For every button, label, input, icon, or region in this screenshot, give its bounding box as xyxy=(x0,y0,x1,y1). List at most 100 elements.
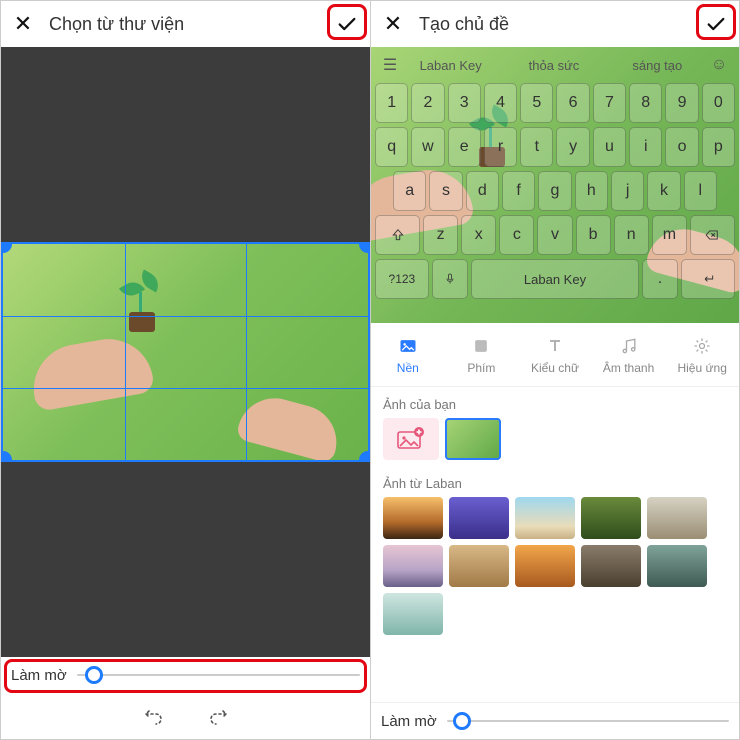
key-8[interactable]: 8 xyxy=(629,83,662,123)
pane-theme: ✕ Tạo chủ đề ☰ Laban Key thỏa sức sáng t… xyxy=(370,1,739,739)
key-2[interactable]: 2 xyxy=(411,83,444,123)
add-image-button[interactable] xyxy=(383,418,439,460)
undo-redo-row xyxy=(1,693,370,739)
key-h[interactable]: h xyxy=(575,171,608,211)
key-mode[interactable]: ?123 xyxy=(375,259,429,299)
key-backspace[interactable] xyxy=(690,215,735,255)
page-title-left: Chọn từ thư viện xyxy=(49,14,334,35)
laban-thumb[interactable] xyxy=(383,593,443,635)
blur-slider-left[interactable] xyxy=(77,665,360,685)
key-9[interactable]: 9 xyxy=(665,83,698,123)
crop-handle-bl[interactable] xyxy=(1,451,12,462)
tab-background[interactable]: Nền xyxy=(371,323,445,386)
blur-label-right: Làm mờ xyxy=(381,713,437,730)
undo-icon xyxy=(142,702,166,726)
key-l[interactable]: l xyxy=(684,171,717,211)
crop-handle-br[interactable] xyxy=(359,451,370,462)
key-0[interactable]: 0 xyxy=(702,83,735,123)
crop-stage[interactable] xyxy=(1,47,370,657)
key-w[interactable]: w xyxy=(411,127,444,167)
key-d[interactable]: d xyxy=(466,171,499,211)
text-icon xyxy=(545,336,565,356)
laban-thumb[interactable] xyxy=(383,497,443,539)
laban-thumb[interactable] xyxy=(383,545,443,587)
key-4[interactable]: 4 xyxy=(484,83,517,123)
key-c[interactable]: c xyxy=(499,215,534,255)
laban-thumb[interactable] xyxy=(581,545,641,587)
key-o[interactable]: o xyxy=(665,127,698,167)
suggestion-2[interactable]: thỏa sức xyxy=(502,58,605,73)
key-r[interactable]: r xyxy=(484,127,517,167)
check-icon xyxy=(336,13,358,35)
laban-thumb[interactable] xyxy=(647,545,707,587)
emoji-icon[interactable]: ☺ xyxy=(709,56,729,74)
shift-icon xyxy=(391,228,405,242)
key-z[interactable]: z xyxy=(423,215,458,255)
key-space[interactable]: Laban Key xyxy=(471,259,639,299)
crop-handle-tl[interactable] xyxy=(1,242,12,253)
tab-font[interactable]: Kiểu chữ xyxy=(518,323,592,386)
key-7[interactable]: 7 xyxy=(593,83,626,123)
confirm-button-left[interactable] xyxy=(334,11,360,37)
key-k[interactable]: k xyxy=(647,171,680,211)
user-thumb-1[interactable] xyxy=(445,418,501,460)
blur-label-left: Làm mờ xyxy=(11,667,67,684)
laban-thumbs xyxy=(371,497,739,641)
key-enter[interactable] xyxy=(681,259,735,299)
key-dot[interactable]: . xyxy=(642,259,678,299)
section-user-images: Ảnh của bạn xyxy=(371,387,739,418)
key-m[interactable]: m xyxy=(652,215,687,255)
laban-thumb[interactable] xyxy=(515,497,575,539)
key-j[interactable]: j xyxy=(611,171,644,211)
key-t[interactable]: t xyxy=(520,127,553,167)
key-g[interactable]: g xyxy=(538,171,571,211)
key-q[interactable]: q xyxy=(375,127,408,167)
slider-thumb-left[interactable] xyxy=(85,666,103,684)
music-icon xyxy=(619,336,639,356)
key-shift[interactable] xyxy=(375,215,420,255)
tab-sound[interactable]: Âm thanh xyxy=(592,323,666,386)
key-1[interactable]: 1 xyxy=(375,83,408,123)
key-p[interactable]: p xyxy=(702,127,735,167)
key-row-5: ?123 Laban Key . xyxy=(371,259,739,299)
key-3[interactable]: 3 xyxy=(448,83,481,123)
key-f[interactable]: f xyxy=(502,171,535,211)
key-s[interactable]: s xyxy=(429,171,462,211)
laban-thumb[interactable] xyxy=(647,497,707,539)
slider-thumb-right[interactable] xyxy=(453,712,471,730)
crop-rectangle[interactable] xyxy=(1,242,370,462)
key-i[interactable]: i xyxy=(629,127,662,167)
laban-thumb[interactable] xyxy=(449,545,509,587)
close-icon[interactable]: ✕ xyxy=(11,11,35,37)
user-thumbs xyxy=(371,418,739,466)
theme-tabs: Nền Phím Kiểu chữ Âm thanh Hiệu ứng xyxy=(371,323,739,387)
menu-icon[interactable]: ☰ xyxy=(381,55,399,75)
laban-thumb[interactable] xyxy=(515,545,575,587)
key-a[interactable]: a xyxy=(393,171,426,211)
key-x[interactable]: x xyxy=(461,215,496,255)
confirm-button-right[interactable] xyxy=(703,11,729,37)
redo-button[interactable] xyxy=(206,702,230,731)
key-b[interactable]: b xyxy=(576,215,611,255)
laban-thumb[interactable] xyxy=(581,497,641,539)
key-u[interactable]: u xyxy=(593,127,626,167)
tab-keys[interactable]: Phím xyxy=(445,323,519,386)
key-n[interactable]: n xyxy=(614,215,649,255)
key-v[interactable]: v xyxy=(537,215,572,255)
enter-icon xyxy=(699,272,717,286)
key-y[interactable]: y xyxy=(556,127,589,167)
check-icon xyxy=(705,13,727,35)
key-e[interactable]: e xyxy=(448,127,481,167)
key-mic[interactable] xyxy=(432,259,468,299)
blur-slider-right[interactable] xyxy=(447,711,729,731)
key-6[interactable]: 6 xyxy=(556,83,589,123)
laban-thumb[interactable] xyxy=(449,497,509,539)
key-5[interactable]: 5 xyxy=(520,83,553,123)
tab-effects[interactable]: Hiệu ứng xyxy=(665,323,739,386)
crop-handle-tr[interactable] xyxy=(359,242,370,253)
close-icon[interactable]: ✕ xyxy=(381,11,405,37)
undo-button[interactable] xyxy=(142,702,166,731)
key-row-3: asdfghjkl xyxy=(371,171,739,211)
suggestion-1[interactable]: Laban Key xyxy=(399,58,502,73)
suggestion-3[interactable]: sáng tạo xyxy=(606,58,709,73)
